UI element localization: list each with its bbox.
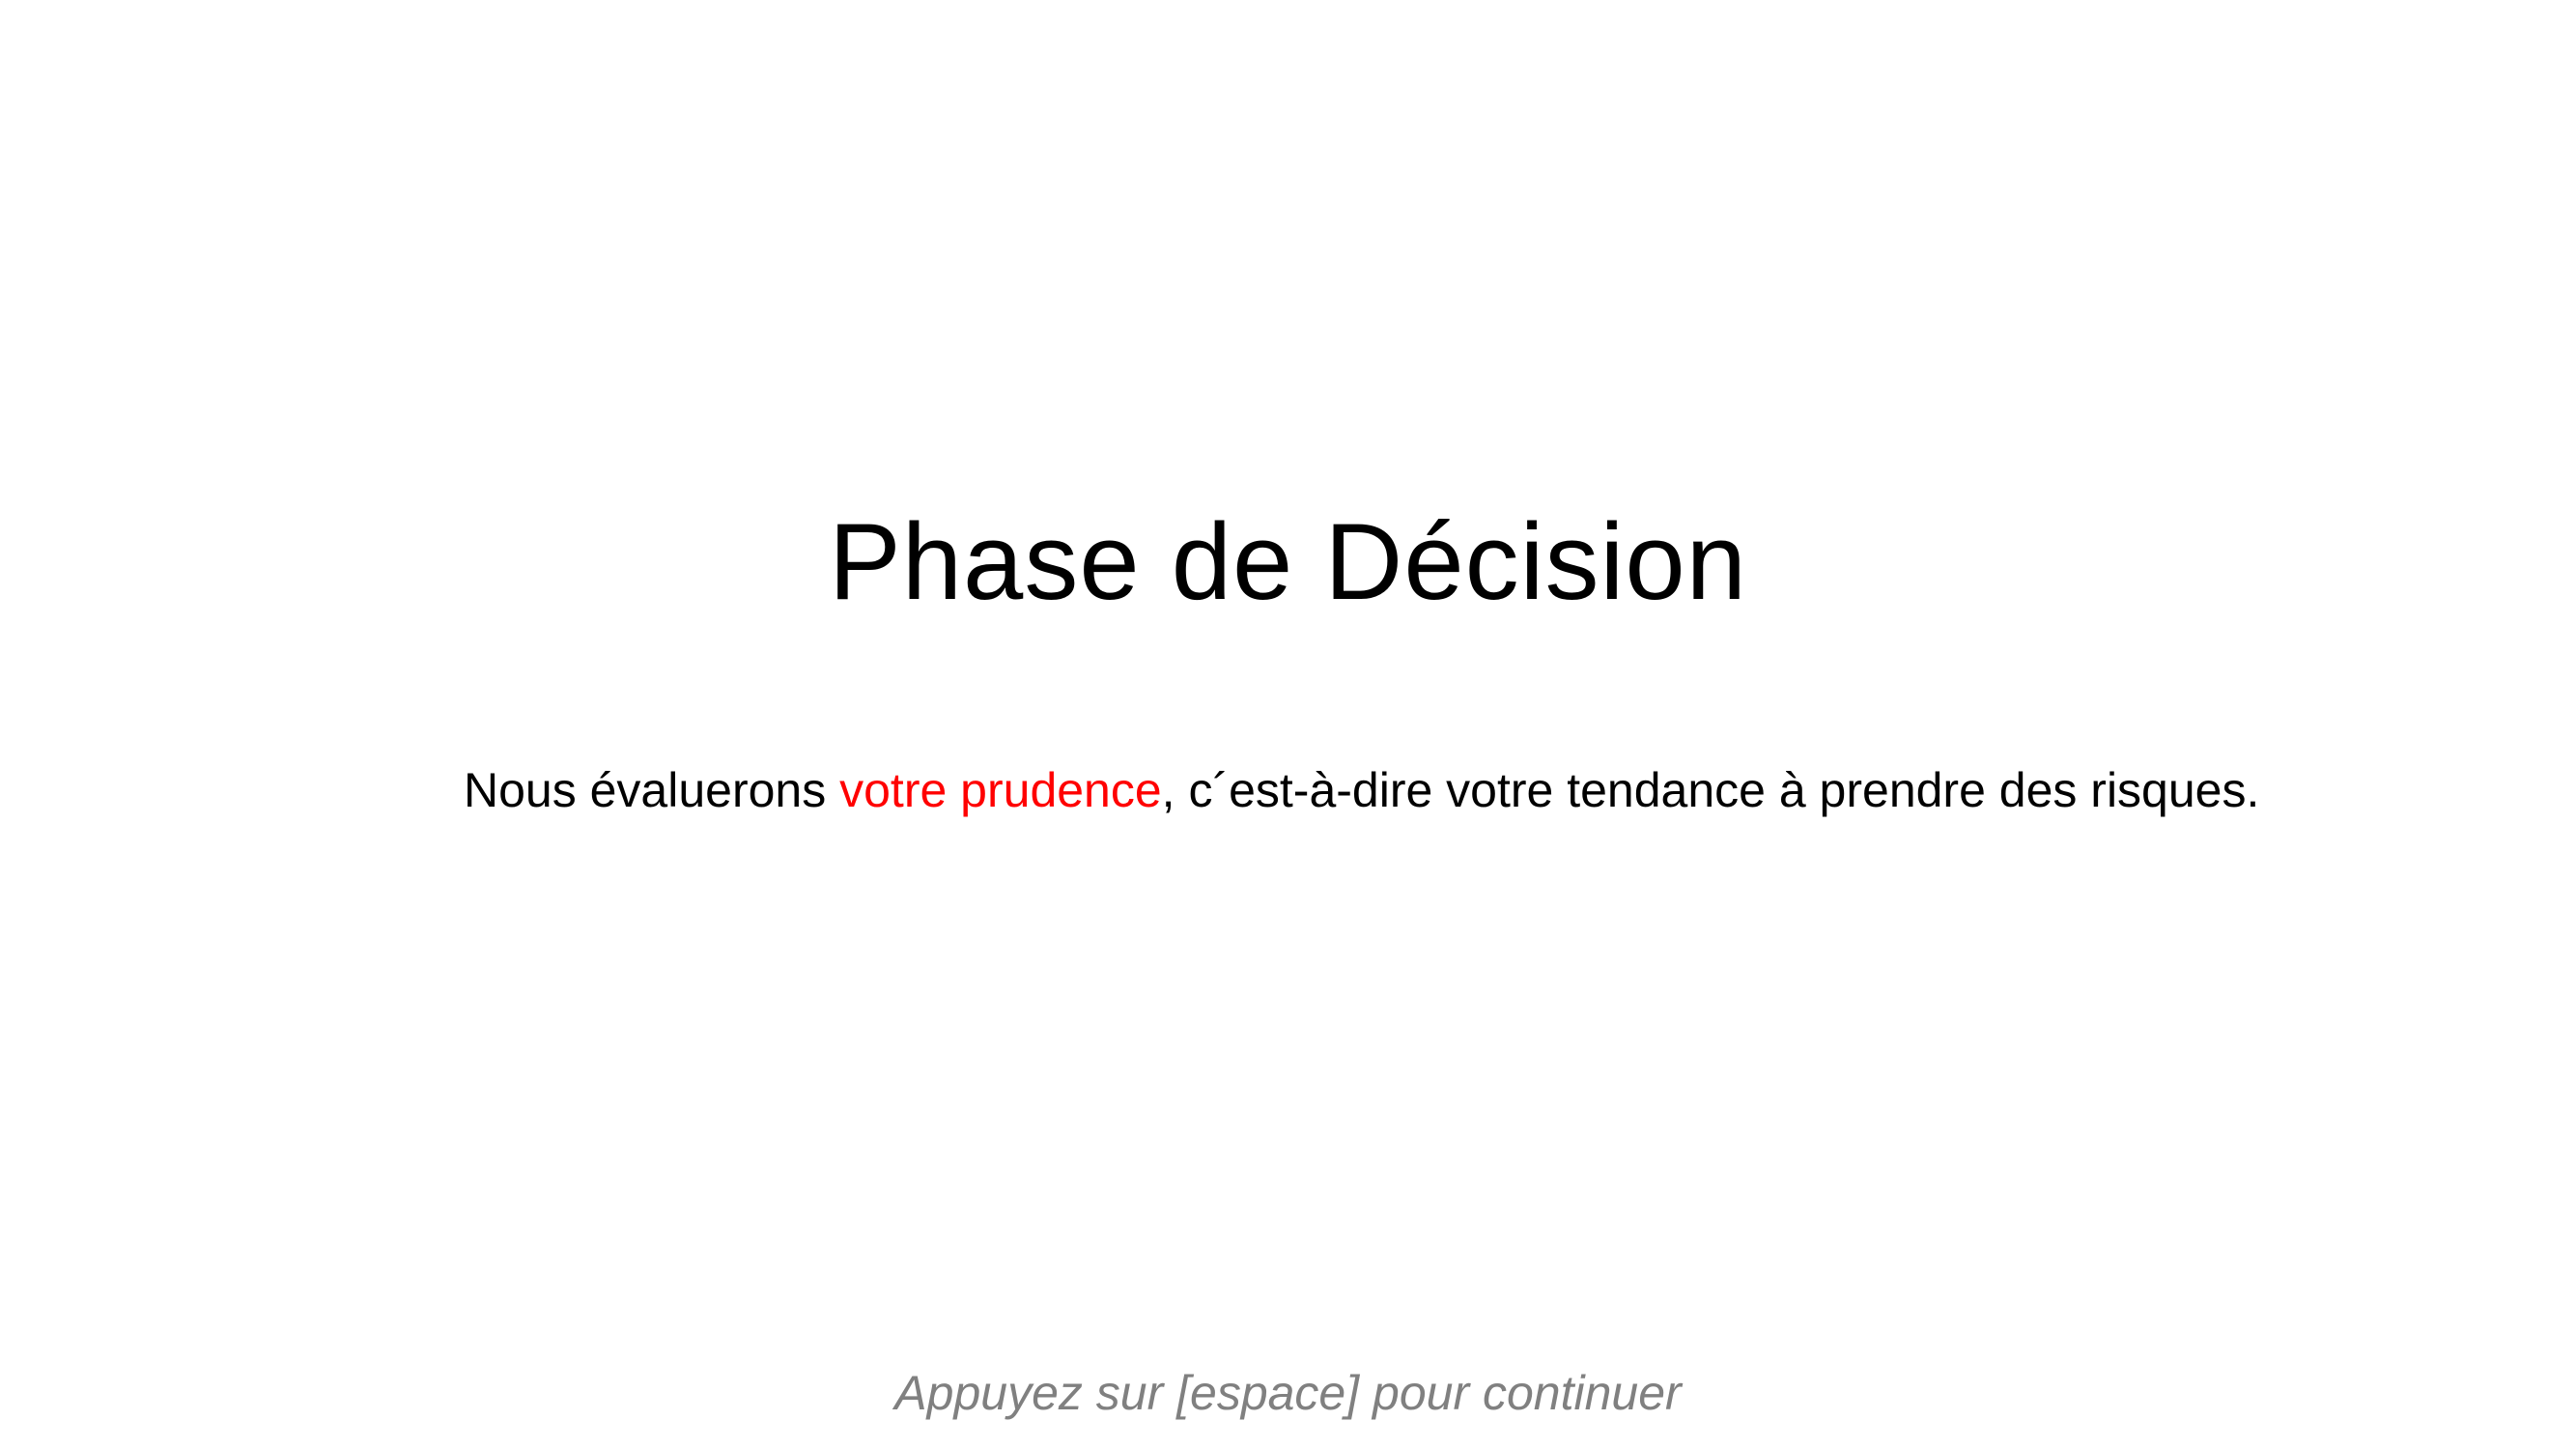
instruction-highlight: votre prudence [839, 763, 1162, 817]
continue-hint: Appuyez sur [espace] pour continuer [894, 1366, 1682, 1420]
instruction-slide: Phase de Décision Nous évaluerons votre … [0, 0, 2576, 1449]
slide-title: Phase de Décision [829, 501, 1747, 622]
instruction-text: Nous évaluerons votre prudence, c´est-à-… [464, 761, 2395, 819]
instruction-text-part2: , c´est-à-dire votre tendance à prendre … [1161, 763, 2260, 817]
instruction-text-part1: Nous évaluerons [464, 763, 840, 817]
